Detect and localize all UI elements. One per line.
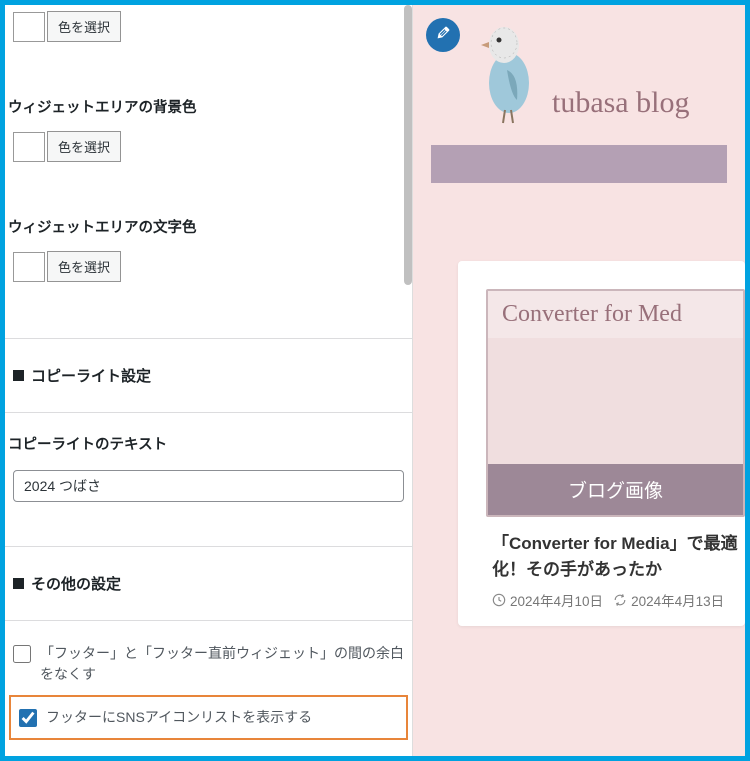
checkbox-input[interactable] [19,709,37,727]
checkbox-remove-margin[interactable]: 「フッター」と「フッター直前ウィジェット」の間の余白をなくす [5,633,412,695]
live-preview: tubasa blog Converter for Med ブログ画像 「Con… [413,5,745,756]
checkbox-input[interactable] [13,645,31,663]
divider [5,338,412,339]
nav-bar[interactable] [431,145,727,183]
other-section-header: その他の設定 [5,559,412,608]
post-thumbnail: Converter for Med ブログ画像 [486,289,745,517]
post-card[interactable]: Converter for Med ブログ画像 「Converter for M… [458,261,745,626]
color-swatch[interactable] [13,12,45,42]
color-swatch[interactable] [13,252,45,282]
divider [5,620,412,621]
select-color-button[interactable]: 色を選択 [47,131,121,162]
checkbox-sns-footer[interactable]: フッターにSNSアイコンリストを表示する [11,697,406,738]
divider [5,412,412,413]
checkbox-label: 「フッター」と「フッター直前ウィジェット」の間の余白をなくす [40,643,404,685]
scrollbar[interactable] [404,5,412,285]
divider [5,546,412,547]
refresh-icon [613,593,627,607]
thumbnail-title: Converter for Med [488,291,743,338]
color-picker-row-2: 色を選択 [5,127,412,166]
thumbnail-caption: ブログ画像 [488,464,743,515]
color-swatch[interactable] [13,132,45,162]
select-color-button[interactable]: 色を選択 [47,11,121,42]
color-picker-row-3: 色を選択 [5,247,412,286]
date-updated: 2024年4月13日 [631,590,724,610]
select-color-button[interactable]: 色を選択 [47,251,121,282]
section-title: その他の設定 [31,573,121,594]
post-meta: 2024年4月10日 2024年4月13日 [486,590,745,626]
pencil-icon [435,24,452,46]
section-title: コピーライト設定 [31,365,151,386]
customizer-sidebar: 色を選択 ウィジェットエリアの背景色 色を選択 ウィジェットエリアの文字色 色を… [5,5,413,756]
highlight-annotation: フッターにSNSアイコンリストを表示する [9,695,408,740]
bird-logo-icon [469,15,544,130]
post-title[interactable]: 「Converter for Media」で最適化！その手があったか [486,517,745,590]
blog-header: tubasa blog [413,5,745,145]
clock-icon [492,593,506,607]
copyright-section-header: コピーライト設定 [5,351,412,400]
date-created: 2024年4月10日 [510,590,603,610]
widget-text-color-label: ウィジェットエリアの文字色 [5,208,412,247]
edit-shortcut-button[interactable] [426,18,460,52]
checkbox-label: フッターにSNSアイコンリストを表示する [46,707,312,728]
color-picker-row-1: 色を選択 [5,7,412,46]
copyright-text-input[interactable] [13,470,404,502]
copyright-text-label: コピーライトのテキスト [5,425,412,464]
blog-title[interactable]: tubasa blog [552,86,689,120]
widget-bg-color-label: ウィジェットエリアの背景色 [5,88,412,127]
